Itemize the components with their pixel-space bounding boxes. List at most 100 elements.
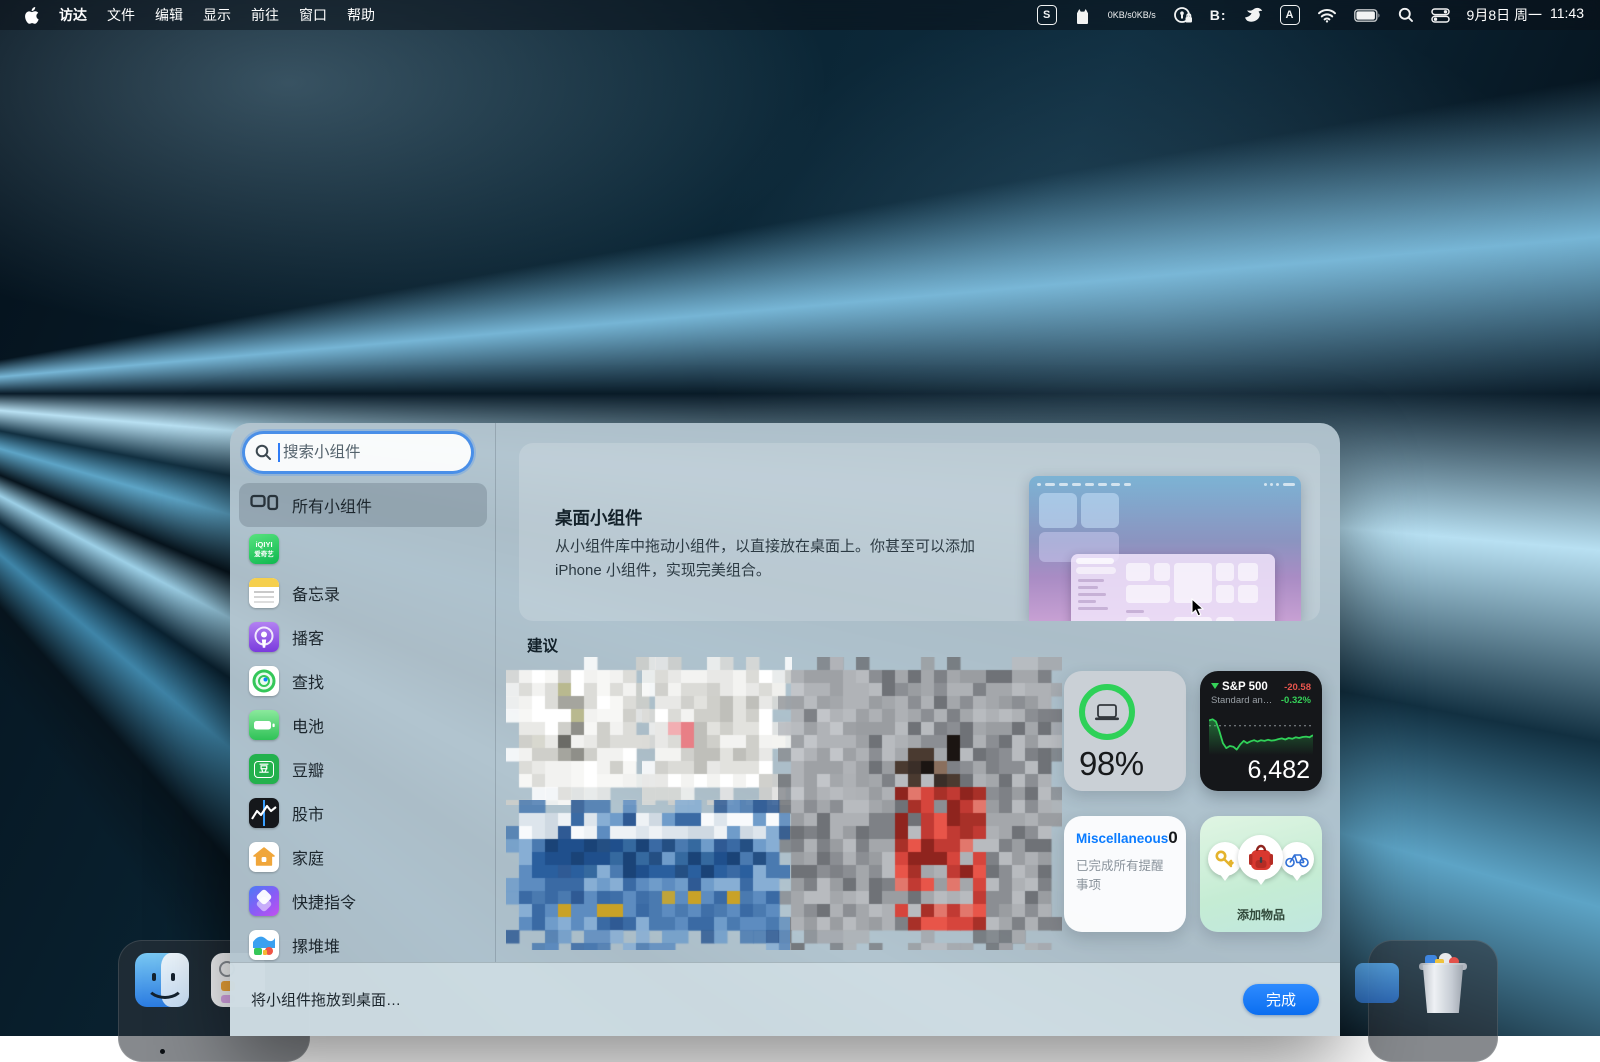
desktop-widgets-illustration	[1029, 476, 1301, 621]
notes-icon	[249, 578, 279, 608]
suggested-widget-blurred-1[interactable]	[520, 671, 642, 791]
apple-menu[interactable]	[14, 0, 49, 30]
sidebar-item-5[interactable]: 电池	[239, 703, 487, 747]
sidebar-item-label: 电池	[292, 713, 324, 737]
douban-icon: 豆	[249, 754, 279, 784]
menu-bar: 访达文件编辑显示前往窗口帮助 S 0KB/s 0KB/s B: A	[0, 0, 1600, 30]
menu-item-4[interactable]: 前往	[241, 0, 289, 30]
suggested-widget-photo[interactable]	[792, 671, 1048, 936]
sidebar-item-label: 快捷指令	[292, 889, 356, 913]
proxy-status-icon[interactable]: S	[1037, 5, 1057, 25]
dock-right	[1368, 940, 1498, 1062]
sidebar-item-2[interactable]: 备忘录	[239, 571, 487, 615]
text-caret	[278, 443, 280, 462]
sidebar-item-label: 摞堆堆	[292, 933, 340, 957]
sidebar-item-6[interactable]: 豆豆瓣	[239, 747, 487, 791]
sidebar-item-4[interactable]: 查找	[239, 659, 487, 703]
b-app-icon[interactable]: B:	[1210, 7, 1227, 23]
sidebar-item-label: 备忘录	[292, 581, 340, 605]
stock-sparkline-chart	[1209, 711, 1313, 755]
spotlight-icon[interactable]	[1398, 7, 1414, 23]
widget-category-list: 所有小组件iQIYI爱奇艺备忘录播客查找电池豆豆瓣股市家庭快捷指令摞堆堆	[239, 483, 487, 962]
network-speed[interactable]: 0KB/s 0KB/s	[1108, 10, 1156, 20]
battery-status-icon[interactable]	[1354, 9, 1381, 22]
menu-item-2[interactable]: 编辑	[145, 0, 193, 30]
menu-item-5[interactable]: 窗口	[289, 0, 337, 30]
menu-item-3[interactable]: 显示	[193, 0, 241, 30]
done-button[interactable]: 完成	[1243, 984, 1319, 1015]
battery-percent: 98%	[1079, 745, 1144, 783]
key-icon	[1214, 848, 1236, 870]
suggested-widget-blurred-wide[interactable]	[520, 814, 776, 936]
home-icon	[249, 842, 279, 872]
suggested-widget-blurred-2[interactable]	[656, 671, 778, 791]
sidebar-item-3[interactable]: 播客	[239, 615, 487, 659]
drag-hint: 将小组件拖放到桌面…	[251, 989, 401, 1010]
down-triangle-icon	[1211, 682, 1219, 690]
stock-name: Standard an…	[1211, 695, 1272, 706]
menu-item-0[interactable]: 访达	[49, 0, 97, 30]
sidebar-item-8[interactable]: 家庭	[239, 835, 487, 879]
iqiyi-icon: iQIYI爱奇艺	[249, 534, 279, 564]
cat-utility-icon[interactable]	[1074, 7, 1091, 24]
sidebar-item-9[interactable]: 快捷指令	[239, 879, 487, 923]
stocks-app-icon	[249, 798, 279, 828]
suggested-widget-find-items[interactable]: 添加物品	[1200, 816, 1322, 932]
suggested-widget-reminders[interactable]: Miscellaneous 0 已完成所有提醒事项	[1064, 816, 1186, 932]
menu-item-6[interactable]: 帮助	[337, 0, 385, 30]
stock-price: 6,482	[1247, 756, 1310, 785]
battery-app-icon	[249, 710, 279, 740]
control-center-icon[interactable]	[1431, 8, 1450, 23]
time-label: 11:43	[1550, 5, 1584, 25]
bicycle-icon	[1285, 851, 1309, 868]
gallery-footer-bar: 将小组件拖放到桌面… 完成	[230, 962, 1340, 1036]
stock-change: -20.58	[1284, 682, 1311, 693]
net-down: 0KB/s	[1132, 10, 1156, 20]
menu-bar-clock[interactable]: 9月8日 周一 11:43	[1467, 5, 1584, 25]
battery-ring	[1079, 684, 1135, 740]
sidebar-item-1[interactable]: iQIYI爱奇艺	[239, 527, 487, 571]
duiduidui-icon	[249, 930, 279, 960]
search-icon	[255, 444, 272, 461]
sidebar-divider	[495, 423, 496, 962]
finder-running-indicator	[160, 1049, 165, 1054]
dock-finder-icon[interactable]	[135, 953, 189, 1007]
dock-trash-icon[interactable]	[1415, 951, 1471, 1015]
stock-symbol: S&P 500	[1222, 681, 1268, 693]
sidebar-item-label: 豆瓣	[292, 757, 324, 781]
sidebar-item-label: 家庭	[292, 845, 324, 869]
sidebar-item-label: 播客	[292, 625, 324, 649]
reminder-list-name: Miscellaneous	[1076, 831, 1168, 846]
widget-gallery-panel: 所有小组件iQIYI爱奇艺备忘录播客查找电池豆豆瓣股市家庭快捷指令摞堆堆 桌面小…	[230, 423, 1340, 1036]
backpack-pin	[1238, 835, 1283, 880]
suggested-widget-battery[interactable]: 98%	[1064, 671, 1186, 791]
intro-description: 从小组件库中拖动小组件，以直接放在桌面上。你甚至可以添加 iPhone 小组件，…	[555, 535, 1015, 583]
sidebar-item-0[interactable]: 所有小组件	[239, 483, 487, 527]
find-items-label: 添加物品	[1200, 906, 1322, 923]
findmy-icon	[249, 666, 279, 696]
search-input[interactable]	[281, 443, 461, 463]
bird-app-icon[interactable]	[1244, 7, 1263, 23]
widget-search-field[interactable]	[245, 434, 471, 471]
apple-icon	[24, 7, 39, 24]
bike-pin	[1280, 842, 1314, 876]
sidebar-item-7[interactable]: 股市	[239, 791, 487, 835]
lock-dial-icon[interactable]	[1173, 6, 1193, 24]
sidebar-item-label: 查找	[292, 669, 324, 693]
menu-item-1[interactable]: 文件	[97, 0, 145, 30]
stock-change-pct: -0.32%	[1281, 695, 1311, 706]
date-label: 9月8日 周一	[1467, 5, 1542, 25]
intro-title: 桌面小组件	[555, 505, 643, 530]
suggested-widget-stocks[interactable]: S&P 500 -20.58 Standard an… -0.32% 6,482	[1200, 671, 1322, 791]
input-source-icon[interactable]: A	[1280, 5, 1300, 25]
sidebar-item-label: 所有小组件	[292, 493, 372, 517]
wifi-icon[interactable]	[1317, 8, 1337, 23]
sidebar-item-10[interactable]: 摞堆堆	[239, 923, 487, 962]
intro-card: 桌面小组件 从小组件库中拖动小组件，以直接放在桌面上。你甚至可以添加 iPhon…	[519, 443, 1320, 621]
dock-folder-icon[interactable]	[1355, 963, 1399, 1003]
net-up: 0KB/s	[1108, 10, 1132, 20]
laptop-icon	[1094, 703, 1120, 722]
all-widgets-icon	[249, 490, 279, 520]
mouse-cursor	[1191, 598, 1206, 618]
backpack-icon	[1248, 843, 1274, 873]
